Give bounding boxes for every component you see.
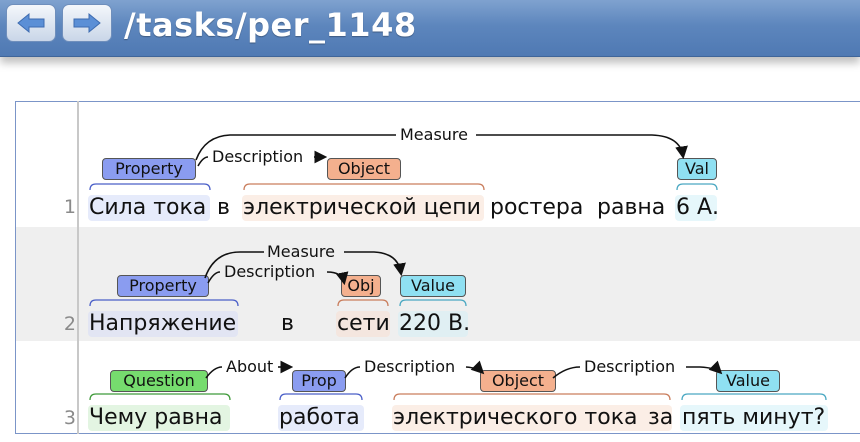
header-bar: /tasks/per_1148 [0,0,860,57]
relation-label[interactable]: Description [210,148,306,166]
forward-button[interactable] [62,4,112,42]
line-number: 1 [63,196,76,218]
entity-label-value[interactable]: Val [677,158,717,180]
token[interactable]: 6 А. [676,195,719,220]
relation-label[interactable]: Description [582,358,678,376]
entity-label-value[interactable]: Value [400,275,466,297]
token[interactable]: в [217,195,230,220]
token[interactable]: Сила тока [89,195,206,220]
token[interactable]: работа [279,405,360,430]
arrow-left-icon [17,12,45,34]
entity-label-property[interactable]: Property [102,158,196,180]
token[interactable]: пять минут? [682,405,825,430]
token[interactable]: в [281,311,294,336]
relation-label[interactable]: Description [362,358,458,376]
entity-label-question[interactable]: Question [110,370,208,392]
back-button[interactable] [6,4,56,42]
token[interactable]: Чему равна [89,405,223,430]
token[interactable]: 220 В. [399,311,470,336]
token[interactable]: электрического тока [393,405,637,430]
entity-label-object[interactable]: Object [480,370,556,392]
entity-label-value[interactable]: Value [716,370,780,392]
relation-label[interactable]: Measure [265,243,337,261]
entity-label-object[interactable]: Obj [341,275,381,297]
entity-label-property[interactable]: Prop [292,370,346,392]
relation-label[interactable]: Measure [398,126,470,144]
entity-label-object[interactable]: Object [327,158,401,180]
token[interactable]: ростера [490,195,583,220]
token[interactable]: равна [597,195,665,220]
relation-label[interactable]: Description [222,263,318,281]
token[interactable]: за [648,405,673,430]
token[interactable]: сети [337,311,390,336]
entity-label-property[interactable]: Property [117,275,209,297]
line-number: 3 [63,407,76,429]
arrow-right-icon [73,12,101,34]
line-number: 2 [63,313,76,335]
document-path: /tasks/per_1148 [124,6,417,44]
token[interactable]: Напряжение [89,311,236,336]
relation-label[interactable]: About [224,358,276,376]
token[interactable]: электрической цепи [243,195,481,220]
gutter-divider [77,101,79,434]
